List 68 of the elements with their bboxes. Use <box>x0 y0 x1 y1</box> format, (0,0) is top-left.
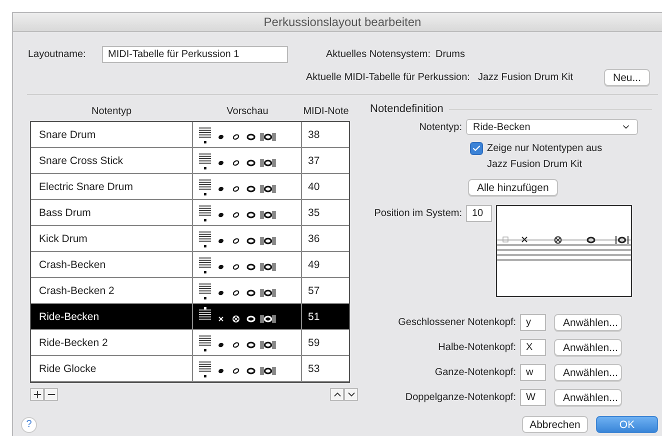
position-field[interactable]: 10 <box>466 205 492 222</box>
table-cell: Bass Drum <box>31 200 193 225</box>
table-cell-text: 36 <box>307 232 321 246</box>
notehead-label: Ganze-Notenkopf: <box>434 367 516 378</box>
table-cell: Electric Snare Drum <box>31 174 193 199</box>
staff-value: Drums <box>434 49 466 60</box>
table-cell-text: 35 <box>307 206 321 220</box>
notehead-label: Doppelganze-Notenkopf: <box>404 392 516 403</box>
table-row[interactable]: Ride-Becken 2 59 <box>31 330 349 356</box>
table-cell: Ride-Becken <box>31 304 193 329</box>
notehead-field[interactable]: y <box>520 314 546 331</box>
table-cell: Ride-Becken 2 <box>31 330 193 355</box>
column-header: Vorschau <box>226 106 270 116</box>
column-header: MIDI-Note <box>302 106 350 116</box>
add-all-button[interactable]: Alle hinzufügen <box>468 179 558 196</box>
table-cell-text: 53 <box>307 362 321 376</box>
table-cell-text: 59 <box>307 336 321 350</box>
remove-icon[interactable] <box>44 388 58 401</box>
note-type-dropdown[interactable]: Ride-Becken <box>466 119 638 135</box>
window-title: Perkussionslayout bearbeiten <box>264 15 422 29</box>
up-icon[interactable] <box>330 388 344 401</box>
staff-label: Aktuelles Notensystem: <box>326 49 430 60</box>
table-cell: Kick Drum <box>31 226 193 251</box>
filter-label: Zeige nur Notentypen aus Jazz Fusion Drum Kit <box>487 142 604 172</box>
table-cell-text: 38 <box>307 128 321 142</box>
table-cell-text: 51 <box>307 310 321 324</box>
filter-checkbox[interactable] <box>470 142 483 155</box>
table-cell-text: 40 <box>307 180 321 194</box>
notehead-field[interactable]: X <box>520 339 546 356</box>
notehead-label: Halbe-Notenkopf: <box>437 342 516 353</box>
select-button[interactable]: Anwählen... <box>554 389 622 406</box>
table-cell: Snare Drum <box>31 122 193 147</box>
table-row[interactable]: Snare Drum 38 <box>31 122 349 148</box>
notehead-label: Geschlossener Notenkopf: <box>397 317 516 328</box>
select-button[interactable]: Anwählen... <box>554 364 622 381</box>
table-cell-text: 37 <box>307 154 321 168</box>
table-cell-text: 49 <box>307 258 321 272</box>
position-label: Position im System: <box>373 208 462 219</box>
cancel-button[interactable]: Abbrechen <box>522 416 588 433</box>
table-row[interactable]: Ride-Becken 51 <box>31 304 349 330</box>
section-title: Notendefinition <box>370 103 444 115</box>
table-row[interactable]: Bass Drum 35 <box>31 200 349 226</box>
table-row[interactable]: Electric Snare Drum 40 <box>31 174 349 200</box>
select-button[interactable]: Anwählen... <box>554 314 622 331</box>
table-cell-text: 57 <box>307 284 321 298</box>
check-icon <box>472 144 481 153</box>
layout-name-field[interactable]: MIDI-Tabelle für Perkussion 1 <box>102 46 288 63</box>
notehead-field[interactable]: w <box>520 364 546 381</box>
select-button[interactable]: Anwählen... <box>554 339 622 356</box>
table-cell: Ride Glocke <box>31 356 193 381</box>
help-button[interactable]: ? <box>21 416 37 432</box>
note-type-label: Notentyp: <box>418 122 462 132</box>
table-cell: Crash-Becken 2 <box>31 278 193 303</box>
table-row[interactable]: Crash-Becken 49 <box>31 252 349 278</box>
table-cell: Crash-Becken <box>31 252 193 277</box>
table-cell: Snare Cross Stick <box>31 148 193 173</box>
midi-table-value: Jazz Fusion Drum Kit <box>478 72 574 83</box>
down-icon[interactable] <box>344 388 358 401</box>
new-button[interactable]: Neu... <box>604 69 650 86</box>
midi-table-label: Aktuelle MIDI-Tabelle für Perkussion: <box>306 72 470 83</box>
table-row[interactable]: Ride Glocke 53 <box>31 356 349 382</box>
layout-name-label: Layoutname: <box>28 49 87 60</box>
table-row[interactable]: Kick Drum 36 <box>31 226 349 252</box>
notehead-field[interactable]: W <box>520 389 546 406</box>
add-icon[interactable] <box>30 388 44 401</box>
column-header: Notentyp <box>90 106 133 116</box>
table-row[interactable]: Crash-Becken 2 57 <box>31 278 349 304</box>
table-row[interactable]: Snare Cross Stick 37 <box>31 148 349 174</box>
